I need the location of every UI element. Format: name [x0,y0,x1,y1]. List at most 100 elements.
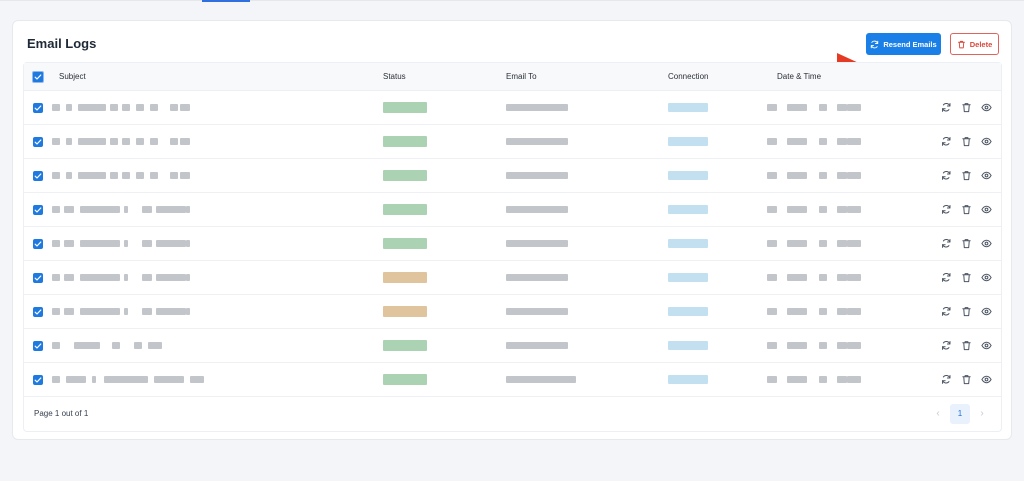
row-checkbox[interactable] [33,137,43,147]
status-badge-redacted [383,102,427,113]
column-header-email-to[interactable]: Email To [506,72,537,81]
connection-redacted [668,239,708,248]
eye-icon[interactable] [981,204,992,215]
next-page-button[interactable]: › [975,407,989,421]
connection-redacted [668,205,708,214]
row-checkbox[interactable] [33,341,43,351]
email-to-redacted [506,376,576,383]
resend-icon[interactable] [941,340,952,351]
status-badge-redacted [383,204,427,215]
eye-icon[interactable] [981,306,992,317]
status-badge-redacted [383,238,427,249]
connection-redacted [668,137,708,146]
email-logs-card: Email Logs Resend Emails Delete Subject … [12,20,1012,440]
status-badge-redacted [383,374,427,385]
resend-icon[interactable] [941,306,952,317]
trash-icon[interactable] [961,170,972,181]
email-to-redacted [506,206,568,213]
page-button-1[interactable]: 1 [950,404,970,424]
table-row[interactable] [24,329,1001,363]
eye-icon[interactable] [981,272,992,283]
check-icon [34,105,42,111]
resend-emails-label: Resend Emails [883,39,937,49]
status-badge-redacted [383,306,427,317]
active-tab-indicator [202,0,250,2]
trash-icon[interactable] [961,136,972,147]
resend-icon[interactable] [941,136,952,147]
email-to-redacted [506,240,568,247]
eye-icon[interactable] [981,374,992,385]
row-checkbox[interactable] [33,239,43,249]
select-all-checkbox[interactable] [32,71,44,83]
connection-redacted [668,341,708,350]
email-logs-table: Subject Status Email To Connection Date … [23,62,1002,432]
trash-icon[interactable] [961,306,972,317]
eye-icon[interactable] [981,102,992,113]
row-checkbox[interactable] [33,307,43,317]
column-header-connection[interactable]: Connection [668,72,708,81]
page-info: Page 1 out of 1 [34,409,89,418]
row-checkbox[interactable] [33,205,43,215]
connection-redacted [668,307,708,316]
row-checkbox[interactable] [33,103,43,113]
eye-icon[interactable] [981,170,992,181]
prev-page-button[interactable]: ‹ [931,407,945,421]
check-icon [34,173,42,179]
connection-redacted [668,171,708,180]
resend-icon[interactable] [941,272,952,283]
table-row[interactable] [24,363,1001,397]
top-divider [0,0,1024,1]
check-icon [34,377,42,383]
email-to-redacted [506,274,568,281]
email-to-redacted [506,308,568,315]
row-checkbox[interactable] [33,171,43,181]
status-badge-redacted [383,340,427,351]
resend-icon[interactable] [941,238,952,249]
trash-icon[interactable] [961,102,972,113]
status-badge-redacted [383,272,427,283]
check-icon [34,139,42,145]
email-to-redacted [506,342,568,349]
connection-redacted [668,103,708,112]
status-badge-redacted [383,170,427,181]
check-icon [34,275,42,281]
table-row[interactable] [24,125,1001,159]
row-checkbox[interactable] [33,375,43,385]
table-row[interactable] [24,227,1001,261]
trash-icon[interactable] [961,340,972,351]
check-icon [34,343,42,349]
check-icon [34,207,42,213]
delete-label: Delete [969,39,993,49]
column-header-date-time[interactable]: Date & Time [777,72,821,81]
trash-icon[interactable] [961,238,972,249]
eye-icon[interactable] [981,340,992,351]
refresh-icon [871,40,879,48]
resend-icon[interactable] [941,102,952,113]
row-checkbox[interactable] [33,273,43,283]
resend-icon[interactable] [941,204,952,215]
resend-icon[interactable] [941,170,952,181]
table-row[interactable] [24,91,1001,125]
trash-icon [957,40,965,48]
check-icon [34,74,42,80]
trash-icon[interactable] [961,374,972,385]
connection-redacted [668,273,708,282]
eye-icon[interactable] [981,238,992,249]
resend-icon[interactable] [941,374,952,385]
table-header: Subject Status Email To Connection Date … [24,63,1001,91]
delete-button[interactable]: Delete [950,33,999,55]
trash-icon[interactable] [961,272,972,283]
check-icon [34,309,42,315]
eye-icon[interactable] [981,136,992,147]
resend-emails-button[interactable]: Resend Emails [866,33,941,55]
check-icon [34,241,42,247]
table-row[interactable] [24,261,1001,295]
column-header-status[interactable]: Status [383,72,406,81]
table-row[interactable] [24,193,1001,227]
trash-icon[interactable] [961,204,972,215]
connection-redacted [668,375,708,384]
page-title: Email Logs [27,36,97,51]
table-row[interactable] [24,295,1001,329]
column-header-subject[interactable]: Subject [59,72,86,81]
table-row[interactable] [24,159,1001,193]
